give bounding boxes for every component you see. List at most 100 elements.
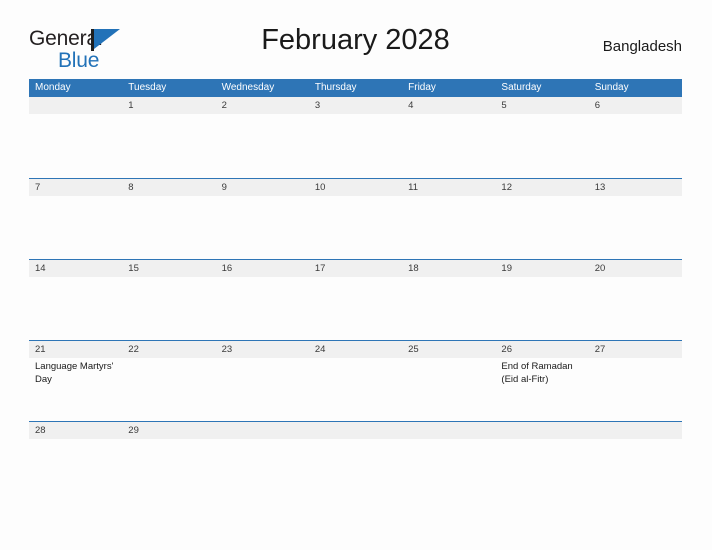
day-cell[interactable] [309,422,402,443]
day-event [408,358,495,361]
day-number: 2 [221,100,227,111]
day-cell[interactable]: 8 [122,179,215,259]
day-cell[interactable]: 19 [495,260,588,340]
weekday-thursday: Thursday [314,82,357,93]
day-cell[interactable]: 1 [122,97,215,178]
day-cell[interactable]: 29 [122,422,215,443]
day-cell[interactable]: 21 Language Martyrs' Day [29,341,122,421]
day-event [222,114,309,117]
day-cell[interactable]: 10 [309,179,402,259]
day-cell[interactable]: 23 [216,341,309,421]
day-number: 13 [594,182,606,193]
day-event [408,439,495,442]
day-cell[interactable]: 4 [402,97,495,178]
day-event [315,358,402,361]
day-cell[interactable]: 2 [216,97,309,178]
weekday-friday: Friday [408,82,436,93]
day-number: 26 [501,344,512,355]
day-cell[interactable]: 27 [589,341,682,421]
day-number: 9 [221,182,227,193]
day-number: 8 [128,182,134,193]
day-number [408,422,495,439]
day-event: Language Martyrs' Day [35,361,114,385]
day-cell[interactable]: 17 [309,260,402,340]
day-number: 12 [501,182,512,193]
calendar-grid: Monday Tuesday Wednesday Thursday Friday… [29,79,682,443]
day-event [595,439,682,442]
day-number: 28 [35,425,46,436]
day-event: End of Ramadan (Eid al-Fitr) [501,361,573,385]
day-event [315,439,402,442]
week-row: 21 Language Martyrs' Day 22 23 24 25 26 … [29,340,682,421]
day-cell[interactable]: 7 [29,179,122,259]
day-cell[interactable]: 6 [589,97,682,178]
weekday-sunday: Sunday [594,82,629,93]
day-event [35,114,122,117]
day-number: 24 [314,344,326,355]
day-event [408,196,495,199]
day-number: 5 [501,100,507,111]
week-row: 7 8 9 10 11 12 13 [29,178,682,259]
country-label: Bangladesh [602,38,682,55]
day-event [595,196,682,199]
day-cell[interactable] [216,422,309,443]
day-number [222,422,309,439]
day-event [222,358,309,361]
day-event [35,277,122,280]
day-event [128,439,215,442]
day-event [222,439,309,442]
day-number: 7 [35,182,41,193]
weekday-wednesday: Wednesday [221,82,275,93]
day-cell[interactable]: 13 [589,179,682,259]
day-number: 14 [35,263,46,274]
day-event [501,277,588,280]
day-cell[interactable] [402,422,495,443]
day-cell[interactable]: 3 [309,97,402,178]
day-event [222,277,309,280]
day-number: 11 [408,182,418,193]
day-cell[interactable] [589,422,682,443]
day-event [35,196,122,199]
day-event [315,196,402,199]
day-event [315,114,402,117]
day-number [315,422,402,439]
day-number: 23 [221,344,233,355]
day-event [595,358,682,361]
day-cell[interactable]: 26 End of Ramadan (Eid al-Fitr) [495,341,588,421]
week-row: 1 2 3 4 5 6 [29,97,682,178]
day-event [35,439,122,442]
day-cell[interactable]: 25 [402,341,495,421]
day-cell[interactable]: 15 [122,260,215,340]
day-event [408,114,495,117]
day-number: 20 [594,263,606,274]
day-cell[interactable]: 28 [29,422,122,443]
week-row: 28 29 [29,421,682,443]
weekday-tuesday: Tuesday [128,82,167,93]
day-number [35,97,122,114]
day-cell[interactable]: 5 [495,97,588,178]
day-cell[interactable]: 12 [495,179,588,259]
page-header: General Blue February 2028 Bangladesh [29,24,682,74]
weekday-saturday: Saturday [501,82,542,93]
day-cell[interactable]: 16 [216,260,309,340]
day-cell[interactable]: 18 [402,260,495,340]
day-cell[interactable]: 14 [29,260,122,340]
day-cell[interactable] [495,422,588,443]
day-number: 4 [408,100,414,111]
day-cell[interactable]: 11 [402,179,495,259]
day-event [595,277,682,280]
day-number: 16 [221,263,233,274]
day-cell[interactable]: 9 [216,179,309,259]
day-cell[interactable]: 22 [122,341,215,421]
day-cell[interactable]: 20 [589,260,682,340]
day-cell[interactable]: 24 [309,341,402,421]
day-number: 21 [35,344,46,355]
day-number: 19 [501,263,512,274]
day-event [501,196,588,199]
day-number: 17 [314,263,326,274]
day-number: 10 [314,182,326,193]
day-number [501,422,588,439]
day-cell[interactable] [29,97,122,178]
day-number: 3 [314,100,321,111]
day-number: 27 [594,344,606,355]
